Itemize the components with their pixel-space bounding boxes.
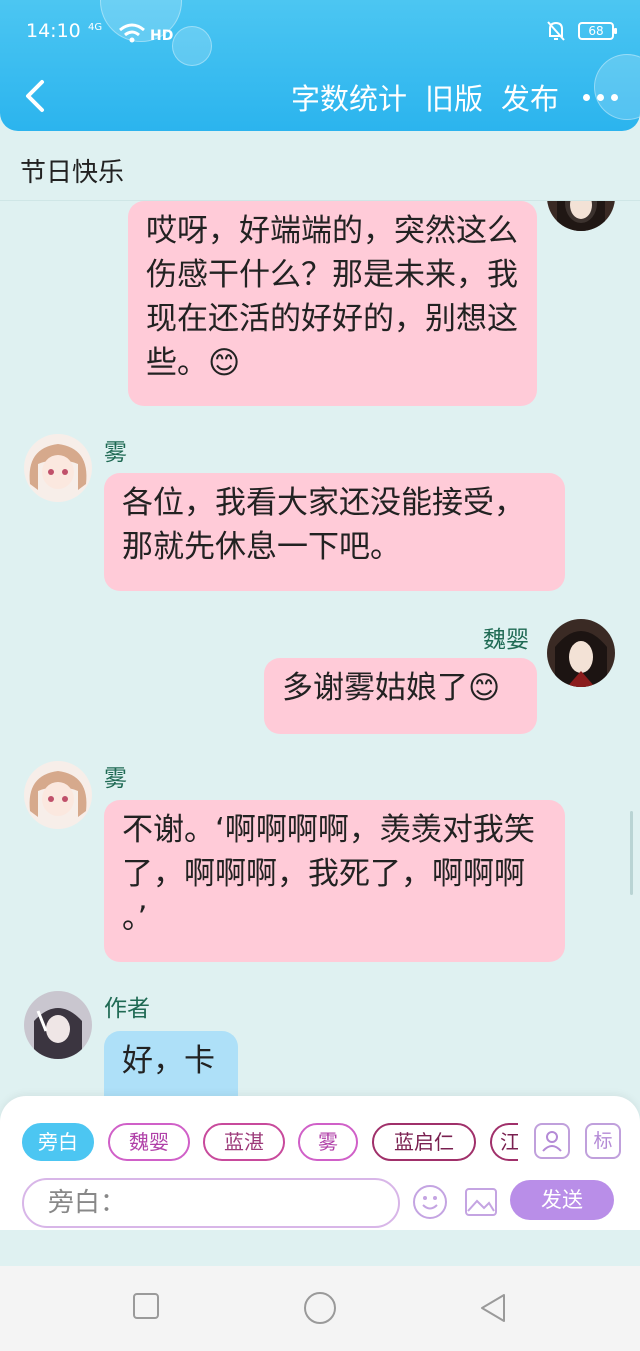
more-icon[interactable]: [583, 93, 618, 101]
header-actions: 字数统计 旧版 发布: [291, 76, 618, 118]
back-arrow-icon[interactable]: [22, 78, 52, 114]
sender-name: 作者: [104, 996, 150, 1022]
emoji-icon[interactable]: [412, 1184, 448, 1220]
battery-indicator: 68: [578, 22, 617, 40]
input-panel: 旁白 魏婴 蓝湛 雾 蓝启仁 江 标 旁白： 发送: [0, 1096, 640, 1230]
avatar-weiying[interactable]: [547, 201, 615, 231]
person-icon[interactable]: [534, 1123, 570, 1159]
chat-list[interactable]: 哎呀，好端端的，突然这么伤感干什么？那是未来，我现在还活的好好的，别想这些。😊 …: [0, 201, 640, 1096]
top-app-bar: 14:10 4G HD 68 字数统计 旧版 发布: [0, 0, 640, 131]
publish-button[interactable]: 发布: [501, 76, 559, 118]
message-input[interactable]: 旁白：: [22, 1178, 400, 1228]
role-chip-narration[interactable]: 旁白: [22, 1123, 94, 1161]
sender-name: 魏婴: [483, 627, 529, 653]
tag-button[interactable]: 标: [585, 1123, 621, 1159]
old-version-button[interactable]: 旧版: [425, 76, 483, 118]
scrollbar[interactable]: [630, 811, 633, 895]
avatar-weiying[interactable]: [547, 619, 615, 687]
system-nav-bar: [0, 1266, 640, 1351]
recent-apps-icon[interactable]: [132, 1292, 160, 1320]
role-chip[interactable]: 蓝湛: [203, 1123, 285, 1161]
network-indicator: 4G: [88, 22, 103, 33]
word-count-button[interactable]: 字数统计: [291, 76, 407, 118]
avatar-wu[interactable]: [24, 761, 92, 829]
role-chip[interactable]: 魏婴: [108, 1123, 190, 1161]
back-triangle-icon[interactable]: [478, 1292, 508, 1324]
wifi-label: HD: [150, 28, 173, 44]
status-time: 14:10: [26, 20, 81, 42]
role-chip[interactable]: 江: [490, 1123, 518, 1161]
wifi-icon: HD: [119, 23, 173, 44]
mute-bell-icon: [547, 21, 565, 41]
sender-name: 雾: [104, 766, 127, 792]
home-icon[interactable]: [303, 1291, 337, 1325]
status-bar: 14:10 4G HD 68: [26, 18, 617, 48]
sender-name: 雾: [104, 440, 127, 466]
page-title: 节日快乐: [20, 158, 125, 188]
panel-spacer: [0, 1230, 640, 1266]
message-bubble: 各位，我看大家还没能接受，那就先休息一下吧。: [104, 473, 565, 591]
role-chip[interactable]: 蓝启仁: [372, 1123, 476, 1161]
message-bubble: 好，卡: [104, 1031, 238, 1096]
message-bubble: 不谢。‘啊啊啊啊，羡羡对我笑了，啊啊啊，我死了，啊啊啊 。’: [104, 800, 565, 962]
message-bubble: 哎呀，好端端的，突然这么伤感干什么？那是未来，我现在还活的好好的，别想这些。😊: [128, 201, 537, 406]
message-bubble: 多谢雾姑娘了😊: [264, 658, 537, 734]
send-button[interactable]: 发送: [510, 1180, 614, 1220]
image-icon[interactable]: [463, 1184, 499, 1220]
avatar-author[interactable]: [24, 991, 92, 1059]
avatar-wu[interactable]: [24, 434, 92, 502]
role-chip[interactable]: 雾: [298, 1123, 358, 1161]
